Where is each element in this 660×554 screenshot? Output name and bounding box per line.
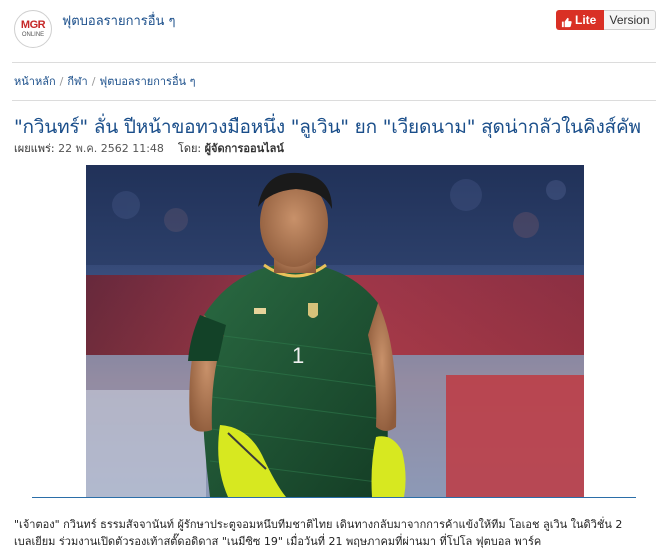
author-name: ผู้จัดการออนไลน์ — [204, 142, 284, 155]
section-title-link[interactable]: ฟุตบอลรายการอื่น ๆ — [62, 10, 176, 31]
article-photo: 1 — [86, 165, 584, 497]
lite-label: Lite — [575, 13, 597, 27]
breadcrumb-sport[interactable]: กีฬา — [67, 75, 87, 88]
breadcrumb-other-football[interactable]: ฟุตบอลรายการอื่น ๆ — [99, 75, 195, 88]
breadcrumb-divider — [12, 100, 656, 101]
breadcrumb: หน้าหลัก / กีฬา / ฟุตบอลรายการอื่น ๆ — [14, 72, 195, 90]
article-body-line-1: "เจ้าตอง" กวินทร์ ธรรมสัจจานันท์ ผู้รักษ… — [14, 518, 623, 531]
article-title: "กวินทร์" ลั่น ปีหน้าขอทวงมือหนึ่ง "ลูเว… — [14, 116, 641, 138]
version-button[interactable]: Version — [604, 10, 656, 30]
header-divider — [12, 62, 656, 63]
photo-caption-line — [32, 497, 636, 498]
breadcrumb-separator: / — [91, 75, 96, 88]
breadcrumb-home[interactable]: หน้าหลัก — [14, 75, 56, 88]
published-label: เผยแพร่: — [14, 142, 55, 155]
mgr-online-logo[interactable]: MGR ONLINE — [14, 10, 52, 48]
logo-text-bottom: ONLINE — [21, 32, 45, 38]
jersey-number: 1 — [292, 343, 304, 368]
article-meta: เผยแพร่: 22 พ.ค. 2562 11:48 โดย: ผู้จัดก… — [14, 139, 284, 157]
article-body: "เจ้าตอง" กวินทร์ ธรรมสัจจานันท์ ผู้รักษ… — [14, 516, 650, 550]
site-header: MGR ONLINE ฟุตบอลรายการอื่น ๆ Lite Versi… — [0, 0, 660, 58]
breadcrumb-separator: / — [59, 75, 64, 88]
goalkeeper-photo: 1 — [86, 165, 584, 497]
lite-button[interactable]: Lite — [556, 10, 604, 30]
article-body-line-2: เบลเยียม ร่วมงานเปิดตัวรองเท้าสตั๊ดอดิดา… — [14, 535, 542, 548]
published-date: 22 พ.ค. 2562 11:48 — [58, 142, 164, 155]
author-label: โดย: — [177, 142, 202, 155]
thumbs-up-icon — [561, 14, 572, 34]
logo-text-top: MGR — [20, 19, 46, 31]
